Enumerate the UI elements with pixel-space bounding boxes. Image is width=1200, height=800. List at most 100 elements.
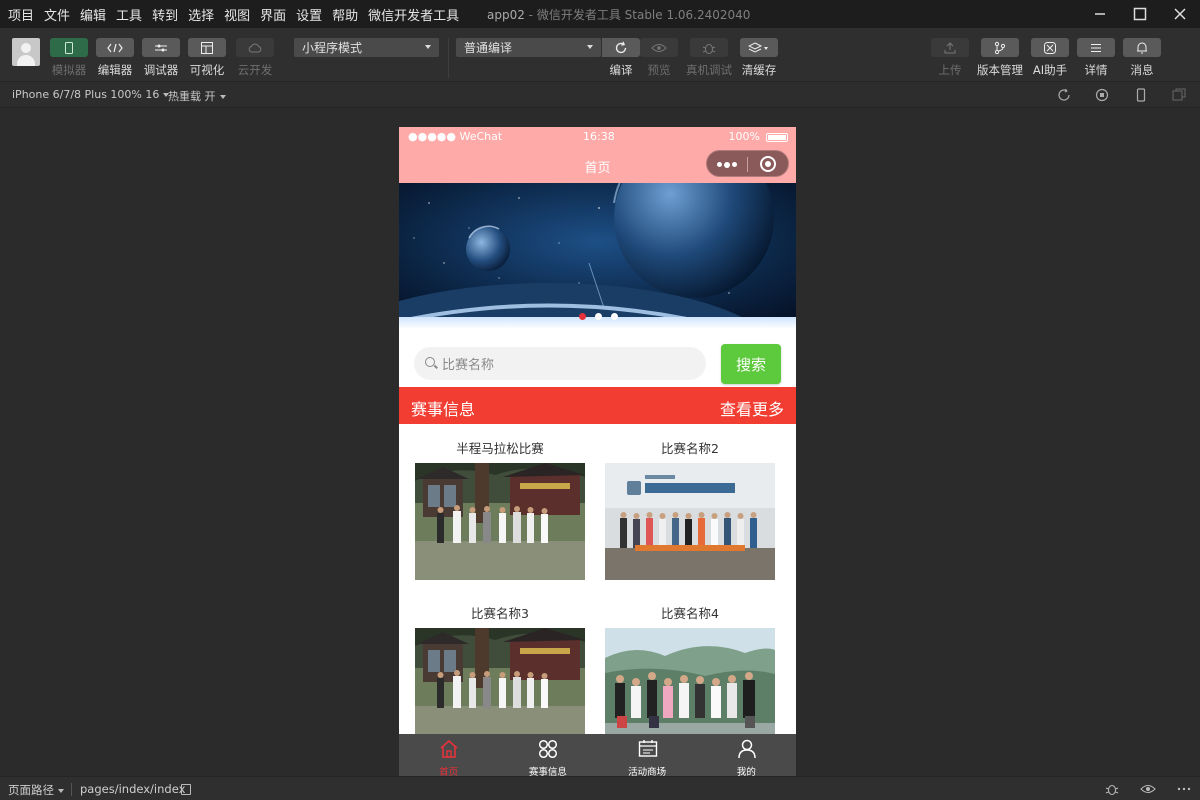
menu-icon: [1091, 43, 1101, 52]
cloud-button[interactable]: [236, 38, 274, 57]
device-select-value: iPhone 6/7/8 Plus 100% 16: [12, 88, 160, 101]
view-more-link[interactable]: 查看更多: [720, 396, 784, 420]
close-button[interactable]: [1160, 0, 1200, 28]
simulator-subbar: iPhone 6/7/8 Plus 100% 16 热重载 开: [0, 82, 1200, 108]
search-input[interactable]: 比赛名称: [414, 347, 706, 380]
more-icon[interactable]: [1176, 781, 1192, 797]
calendar-icon: [638, 740, 657, 757]
bug-icon[interactable]: [1104, 781, 1120, 797]
visual-label: 可视化: [189, 63, 225, 77]
chevron-down-icon: [219, 95, 226, 99]
details-button[interactable]: [1077, 38, 1115, 57]
menu-goto[interactable]: 转到: [152, 5, 178, 24]
upload-icon: [944, 41, 956, 53]
banner-dot-3[interactable]: [611, 313, 618, 320]
battery-percent: 100%: [728, 130, 760, 143]
editor-button[interactable]: [96, 38, 134, 57]
rotate-icon[interactable]: [1057, 88, 1071, 102]
layers-icon: [748, 41, 768, 53]
battery-icon: [766, 133, 788, 142]
visual-button[interactable]: [188, 38, 226, 57]
banner-indicator: [579, 313, 627, 320]
clear-cache-label: 清缓存: [741, 63, 777, 77]
carrier-text: ●●●●● WeChat: [408, 130, 503, 143]
page-path-select[interactable]: 页面路径: [8, 782, 64, 798]
mode-select[interactable]: 小程序模式: [294, 38, 439, 57]
menu-items: 项目 文件 编辑 工具 转到 选择 视图 界面 设置 帮助 微信开发者工具: [0, 5, 469, 24]
copy-icon[interactable]: [181, 784, 191, 795]
tab-mall[interactable]: 活动商场: [598, 734, 697, 776]
chevron-down-icon: [425, 45, 431, 49]
ai-icon: [1044, 41, 1056, 54]
close-mini-program-icon[interactable]: [760, 156, 776, 172]
compile-button[interactable]: [602, 38, 640, 57]
maximize-button[interactable]: [1120, 0, 1160, 28]
phone-icon: [65, 41, 73, 54]
phone-screen: ●●●●● WeChat 16:38 100% 首页 比赛名称 搜索 赛事信息 …: [399, 127, 796, 776]
minimize-button[interactable]: [1080, 0, 1120, 28]
banner-dot-2[interactable]: [595, 313, 602, 320]
tab-events[interactable]: 赛事信息: [498, 734, 597, 776]
remote-debug-button[interactable]: [690, 38, 728, 57]
event-card-title: 半程马拉松比赛: [456, 441, 544, 456]
preview-label: 预览: [647, 63, 671, 77]
menu-wechat-devtools[interactable]: 微信开发者工具: [368, 5, 459, 24]
capsule-menu[interactable]: [706, 150, 789, 177]
hot-reload-select[interactable]: 热重载 开: [168, 88, 226, 104]
eye-icon: [651, 43, 667, 52]
avatar[interactable]: [12, 38, 40, 66]
tab-profile-label: 我的: [736, 767, 756, 776]
tab-bar: 首页 赛事信息 活动商场 我的: [399, 734, 796, 776]
branch-icon: [994, 41, 1006, 54]
messages-button[interactable]: [1123, 38, 1161, 57]
debugger-button[interactable]: [142, 38, 180, 57]
menubar: 项目 文件 编辑 工具 转到 选择 视图 界面 设置 帮助 微信开发者工具 ap…: [0, 0, 1200, 28]
refresh-icon: [615, 41, 627, 53]
menu-project[interactable]: 项目: [8, 5, 34, 24]
phone-nav-bar: 首页: [399, 147, 796, 183]
phone-status-bar: ●●●●● WeChat 16:38 100%: [399, 127, 796, 147]
page-path: pages/index/index: [80, 782, 186, 796]
stop-icon[interactable]: [1095, 88, 1109, 102]
search-row: 比赛名称 搜索: [399, 329, 796, 387]
ai-button[interactable]: [1031, 38, 1069, 57]
window-title-tool: 微信开发者工具 Stable 1.06.2402040: [536, 8, 751, 22]
more-icon[interactable]: [717, 161, 739, 168]
bottom-status-bar: 页面路径 pages/index/index: [0, 776, 1200, 800]
menu-interface[interactable]: 界面: [260, 5, 286, 24]
details-label: 详情: [1084, 63, 1108, 77]
simulator-button[interactable]: [50, 38, 88, 57]
messages-label: 消息: [1130, 63, 1154, 77]
compile-select[interactable]: 普通编译: [456, 38, 601, 57]
upload-button[interactable]: [931, 38, 969, 57]
version-label: 版本管理: [977, 63, 1023, 77]
window-controls: [1080, 0, 1200, 28]
eye-icon[interactable]: [1140, 781, 1156, 797]
tab-home[interactable]: 首页: [399, 734, 498, 776]
cloud-icon: [248, 43, 262, 52]
menu-tools[interactable]: 工具: [116, 5, 142, 24]
menu-view[interactable]: 视图: [224, 5, 250, 24]
version-button[interactable]: [981, 38, 1019, 57]
banner-image-space: [399, 183, 796, 329]
menu-file[interactable]: 文件: [44, 5, 70, 24]
device-select[interactable]: iPhone 6/7/8 Plus 100% 16: [12, 88, 170, 101]
preview-button[interactable]: [640, 38, 678, 57]
event-photo-outdoor: [415, 628, 585, 745]
event-card-title: 比赛名称2: [661, 441, 719, 456]
menu-select[interactable]: 选择: [188, 5, 214, 24]
maximize-icon: [1133, 7, 1147, 21]
device-icon[interactable]: [1134, 88, 1148, 102]
banner-dot-1[interactable]: [579, 313, 586, 320]
status-icons: [1104, 781, 1192, 797]
chevron-down-icon: [58, 788, 64, 793]
menu-edit[interactable]: 编辑: [80, 5, 106, 24]
search-button[interactable]: 搜索: [721, 344, 781, 384]
menu-settings[interactable]: 设置: [296, 5, 322, 24]
compile-label: 编译: [609, 63, 633, 77]
menu-help[interactable]: 帮助: [332, 5, 358, 24]
banner-swiper[interactable]: [399, 183, 796, 329]
clear-cache-button[interactable]: [740, 38, 778, 57]
tab-profile[interactable]: 我的: [697, 734, 796, 776]
windows-icon[interactable]: [1172, 88, 1186, 102]
